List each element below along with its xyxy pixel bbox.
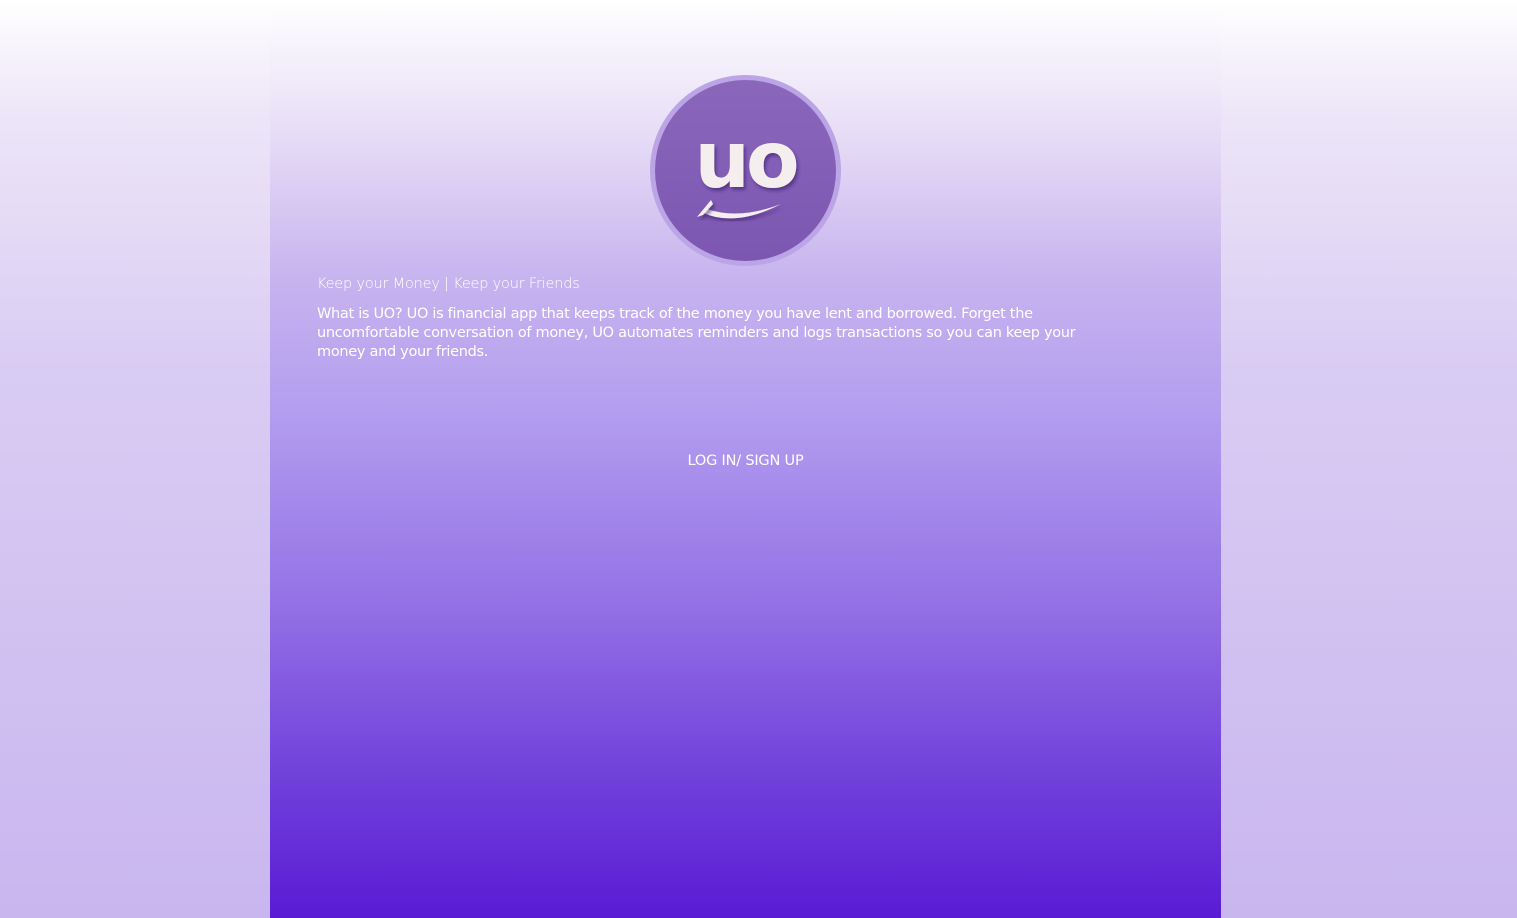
app-description: What is UO? UO is financial app that kee… <box>317 306 1076 360</box>
login-signup-link[interactable]: LOG IN/ SIGN UP <box>270 453 1221 469</box>
logo-text: uo <box>694 116 797 206</box>
main-panel: uo Keep your Money | Keep your Friends W… <box>270 0 1221 918</box>
logo: uo <box>650 75 841 266</box>
tagline: Keep your Money | Keep your Friends <box>317 276 580 292</box>
uo-smile-logo-icon: uo <box>694 116 801 219</box>
logo-circle: uo <box>655 80 836 261</box>
